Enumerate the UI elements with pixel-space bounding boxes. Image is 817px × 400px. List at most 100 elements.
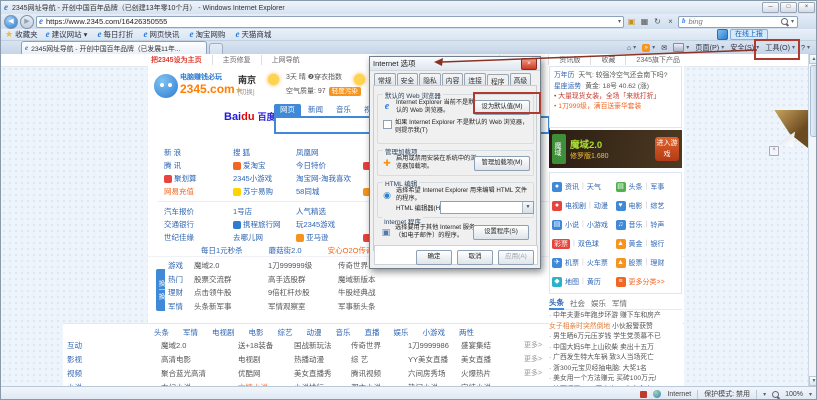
category-link[interactable]: 更多分类>> <box>629 277 665 287</box>
browser-tab[interactable]: e 2345网址导航 - 开创中国百年品牌（已发展11年... <box>21 41 207 54</box>
maximize-button[interactable]: □ <box>780 2 797 13</box>
category-cell[interactable]: ✈机票|火车票 <box>552 258 616 268</box>
category-cell[interactable]: ▤头条|军事 <box>616 182 680 192</box>
site-logo[interactable]: 2345.com★ <box>180 82 243 96</box>
refresh-strip-tab[interactable]: 换一换 <box>156 269 165 311</box>
bottom-link[interactable]: 优酷网 <box>238 368 294 379</box>
bottom-link[interactable]: 盛宴集结 <box>461 340 524 351</box>
news-headline[interactable]: · 广西发生特大车祸 致3人当场死亡 <box>549 353 682 364</box>
bottom-link[interactable]: 聚合蓝光高清 <box>161 368 238 379</box>
refresh-button[interactable]: ↻ <box>652 16 663 28</box>
favorites-item[interactable]: e淘宝网购 <box>189 29 225 40</box>
news-tab-社会[interactable]: 社会 <box>570 298 585 309</box>
site-link[interactable]: 搜 狐 <box>233 147 296 158</box>
promo-link[interactable]: 蘑菇街2.0 <box>269 245 302 256</box>
print-button[interactable]: ▾ <box>673 43 689 52</box>
bottom-nav-link[interactable]: 小游戏 <box>423 327 446 338</box>
bottom-link[interactable]: 六间房秀场 <box>408 368 461 379</box>
bottom-link[interactable]: 美女直播 <box>461 354 524 365</box>
more-link[interactable]: 更多> <box>524 368 542 378</box>
feeds-button[interactable]: »▾ <box>642 44 655 52</box>
search-tab-网页[interactable]: 网页 <box>274 104 301 116</box>
search-dropdown-icon[interactable]: ▾ <box>791 18 794 25</box>
site-link[interactable]: 淘宝网-淘我喜欢 <box>296 173 363 184</box>
favorites-item-label[interactable]: 每日打折 <box>103 29 133 40</box>
home-repair-link[interactable]: 主页修复 <box>212 55 251 65</box>
bottom-link[interactable]: 腾讯视频 <box>351 368 408 379</box>
bottom-link[interactable]: 热播动漫 <box>294 354 351 365</box>
category-link[interactable]: 电影 <box>629 201 643 211</box>
address-dropdown-icon[interactable]: ▾ <box>618 18 621 25</box>
scrollbar-thumb[interactable] <box>810 65 817 137</box>
read-mail-button[interactable]: ✉ <box>661 43 667 52</box>
help-button[interactable]: ?▾ <box>801 43 810 52</box>
city-switch-link[interactable]: [切换] <box>238 86 255 96</box>
site-link[interactable]: 世纪佳缘 <box>164 232 233 243</box>
site-link[interactable]: 人气精选 <box>296 206 363 217</box>
manage-addons-button[interactable]: 管理加载项(M) <box>474 156 530 171</box>
hot-strip-link[interactable]: 点击领牛股 <box>194 287 268 298</box>
address-bar[interactable]: e https://www.2345.com/16426350555 ▾ <box>36 16 624 28</box>
category-link[interactable]: 小游戏 <box>587 220 608 230</box>
bottom-nav-link[interactable]: 娱乐 <box>394 327 409 338</box>
promo-link[interactable]: 每日1元秒杀 <box>201 245 243 256</box>
bottom-nav-link[interactable]: 电影 <box>249 327 264 338</box>
news-headline[interactable]: · 美女用一个方法赚元 买砖100万元! <box>549 374 682 385</box>
stop-button[interactable]: × <box>665 16 676 28</box>
back-button[interactable]: ◀ <box>4 15 18 29</box>
bottom-nav-link[interactable]: 两性 <box>459 327 474 338</box>
peel-close-icon[interactable]: × <box>769 146 779 156</box>
home-button[interactable]: ⌂▾ <box>627 43 636 52</box>
dialog-title-bar[interactable]: Internet 选项 × <box>370 57 540 71</box>
bottom-link[interactable]: 送+18装备 <box>238 340 294 351</box>
hot-strip-link[interactable]: 股票交流群 <box>194 274 268 285</box>
status-change-icon[interactable]: ▾ <box>763 391 766 398</box>
category-link[interactable]: 动漫 <box>594 201 608 211</box>
corner-peel-ad[interactable]: × <box>767 110 808 152</box>
info-row-label[interactable]: 万年历 <box>554 72 574 79</box>
category-cell[interactable]: ♫音乐|铃声 <box>616 220 680 230</box>
category-cell[interactable]: ▲股票|理财 <box>616 258 680 268</box>
zoom-icon[interactable] <box>772 391 779 398</box>
category-link[interactable]: 地图 <box>565 277 579 287</box>
category-link[interactable]: 铃声 <box>650 220 664 230</box>
bottom-link[interactable]: 美女直播秀 <box>294 368 351 379</box>
weather-city[interactable]: 南京 <box>238 73 256 86</box>
search-tab-音乐[interactable]: 音乐 <box>330 104 357 116</box>
site-link[interactable]: 凤凰网 <box>296 147 363 158</box>
bottom-link[interactable]: 火爆热片 <box>461 368 524 379</box>
category-cell[interactable]: ▲黄金|银行 <box>616 239 680 249</box>
bottom-link[interactable]: 高清电影 <box>161 354 238 365</box>
category-cell[interactable]: ≡更多分类>> <box>616 277 680 287</box>
bottom-link[interactable]: 电视剧 <box>238 354 294 365</box>
bottom-link[interactable]: 传奇世界 <box>351 340 408 351</box>
game-ad-banner[interactable]: 魔域 魔域2.0 修罗版1.680 进入游戏 <box>549 130 682 168</box>
news-tab-军情[interactable]: 军情 <box>612 298 627 309</box>
category-cell[interactable]: ●资讯|天气 <box>552 182 616 192</box>
search-box[interactable]: b bing ▾ <box>678 16 798 28</box>
site-link[interactable]: 今日特价 <box>296 160 363 171</box>
hot-strip-link[interactable]: 1刀999999级 <box>268 260 338 271</box>
site-link[interactable]: 1号店 <box>233 206 296 217</box>
bottom-link[interactable]: 综 艺 <box>351 354 408 365</box>
dialog-close-button[interactable]: × <box>521 58 537 70</box>
combo-dropdown-icon[interactable]: ▼ <box>522 202 533 213</box>
category-link[interactable]: 机票 <box>565 258 579 268</box>
site-link[interactable]: 网易充值 <box>164 186 233 197</box>
site-link[interactable]: 交通银行 <box>164 219 233 230</box>
favorites-item[interactable]: e网页快讯 <box>143 29 179 40</box>
site-link[interactable]: 2345小游戏 <box>233 173 296 184</box>
category-link[interactable]: 理财 <box>650 258 664 268</box>
news-headline[interactable]: · 中年夫妻5年跑步环游 赚下车和房产 <box>549 311 682 322</box>
category-link[interactable]: 军事 <box>650 182 664 192</box>
category-link[interactable]: 黄金 <box>629 239 643 249</box>
forward-button[interactable]: ▶ <box>20 15 34 29</box>
category-link[interactable]: 电视剧 <box>565 201 586 211</box>
hot-strip-link[interactable]: 魔域新版本 <box>338 274 398 285</box>
site-link[interactable]: 腾 讯 <box>164 160 233 171</box>
site-mascot-logo[interactable] <box>154 74 178 98</box>
cancel-button[interactable]: 取消 <box>457 250 493 265</box>
news-headline[interactable]: 女子相亲时突然倒地 小伙报警获赞 <box>549 322 682 333</box>
bottom-nav-link[interactable]: 军情 <box>183 327 198 338</box>
news-tab-娱乐[interactable]: 娱乐 <box>591 298 606 309</box>
